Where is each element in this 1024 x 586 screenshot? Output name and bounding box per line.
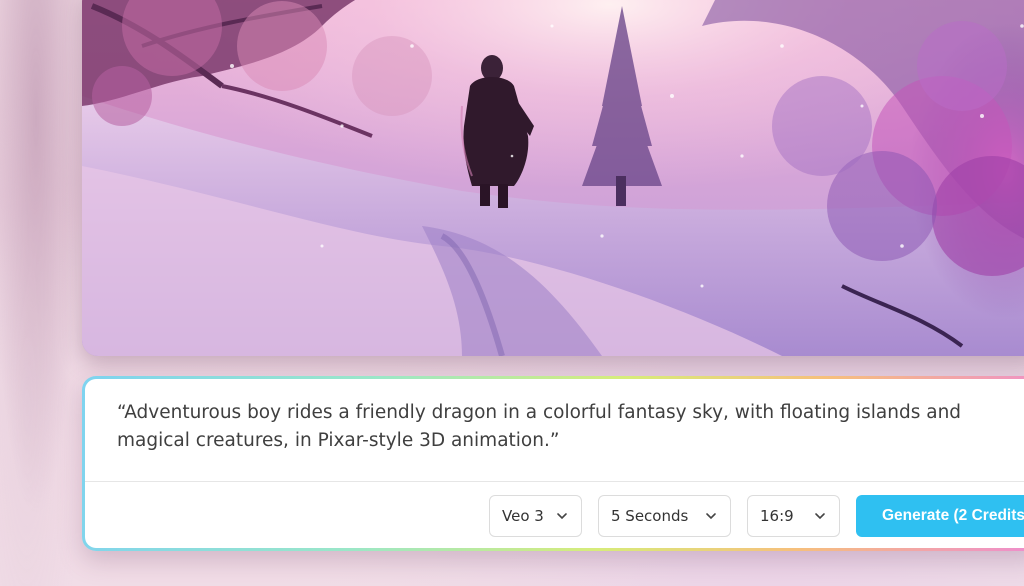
chevron-down-icon	[813, 509, 827, 523]
prompt-panel-inner: “Adventurous boy rides a friendly dragon…	[85, 379, 1024, 548]
panel-divider	[85, 481, 1024, 482]
winter-forest-scene	[82, 0, 1024, 356]
generated-video-preview[interactable]	[82, 0, 1024, 356]
model-select-value: Veo 3	[502, 507, 544, 525]
duration-select[interactable]: 5 Seconds	[598, 495, 731, 537]
chevron-down-icon	[704, 509, 718, 523]
generate-button[interactable]: Generate (2 Credits)	[856, 495, 1024, 537]
aspect-ratio-select-value: 16:9	[760, 507, 794, 525]
model-select[interactable]: Veo 3	[489, 495, 582, 537]
duration-select-value: 5 Seconds	[611, 507, 689, 525]
chevron-down-icon	[555, 509, 569, 523]
prompt-panel: “Adventurous boy rides a friendly dragon…	[82, 376, 1024, 551]
app-stage: “Adventurous boy rides a friendly dragon…	[0, 0, 1024, 586]
aspect-ratio-select[interactable]: 16:9	[747, 495, 840, 537]
prompt-textarea[interactable]: “Adventurous boy rides a friendly dragon…	[117, 399, 1017, 455]
background-blur	[0, 0, 90, 586]
